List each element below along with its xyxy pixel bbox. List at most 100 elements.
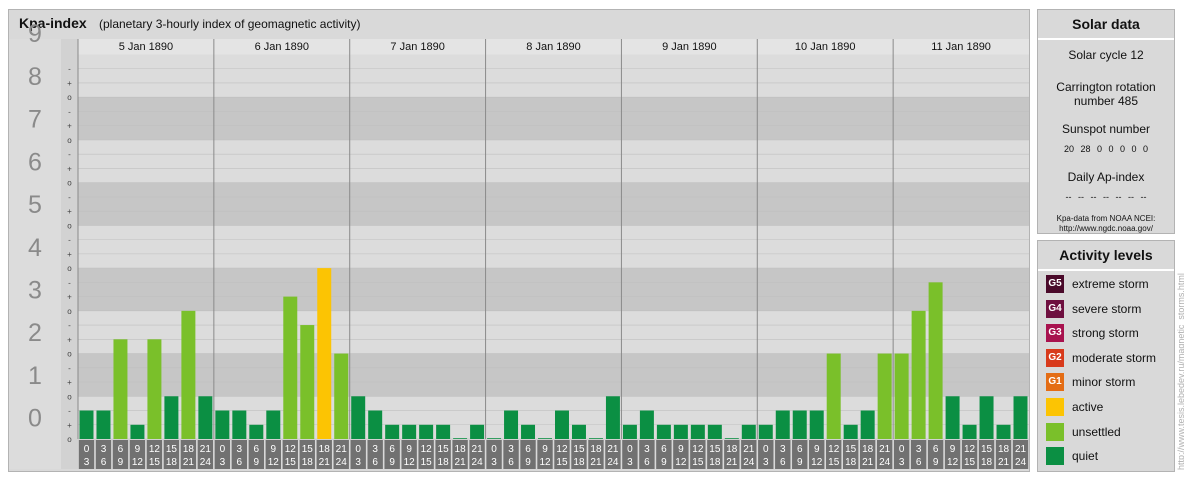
slot-end-label: 21 xyxy=(726,457,738,468)
ap-value: -- xyxy=(1140,192,1147,202)
slot-start-label: 12 xyxy=(285,444,297,455)
band-level-6 xyxy=(78,139,1029,183)
slot-end-label: 15 xyxy=(556,457,568,468)
slot-start-label: 21 xyxy=(472,444,484,455)
kp-bar xyxy=(79,410,94,439)
activity-levels-title: Activity levels xyxy=(1038,241,1174,271)
kp-bar xyxy=(809,410,824,439)
kp-bar xyxy=(979,396,994,439)
kp-bar xyxy=(164,396,179,439)
slot-start-label: 15 xyxy=(709,444,721,455)
slot-start-label: 9 xyxy=(406,444,412,455)
kp-bar xyxy=(215,410,230,439)
slot-start-label: 3 xyxy=(101,444,107,455)
kp-bar xyxy=(571,424,586,439)
legend-swatch: G5 xyxy=(1046,275,1064,293)
minor-tick-label: o xyxy=(67,435,72,444)
slot-start-label: 3 xyxy=(644,444,650,455)
day-label: 9 Jan 1890 xyxy=(662,41,716,53)
slot-start-label: 18 xyxy=(862,444,874,455)
minor-tick-label: o xyxy=(67,221,72,230)
slot-start-label: 9 xyxy=(135,444,141,455)
slot-end-label: 6 xyxy=(780,457,786,468)
kp-bar xyxy=(368,410,383,439)
slot-end-label: 12 xyxy=(947,457,959,468)
kp-bar xyxy=(147,339,162,439)
minor-tick-label: + xyxy=(67,378,72,387)
kp-bar xyxy=(453,438,468,439)
slot-start-label: 3 xyxy=(780,444,786,455)
kp-bar xyxy=(419,424,434,439)
slot-start-label: 0 xyxy=(220,444,226,455)
band-level-8 xyxy=(78,54,1029,98)
minor-tick-label: - xyxy=(68,65,71,74)
legend-swatch xyxy=(1046,398,1064,416)
kp-bar xyxy=(334,353,349,439)
slot-end-label: 18 xyxy=(709,457,721,468)
slot-end-label: 24 xyxy=(336,457,348,468)
slot-start-label: 6 xyxy=(661,444,667,455)
slot-end-label: 15 xyxy=(421,457,433,468)
slot-start-label: 0 xyxy=(899,444,905,455)
y-tick-label: 7 xyxy=(28,106,42,134)
minor-tick-label: - xyxy=(68,107,71,116)
y-tick-label: 5 xyxy=(28,191,42,219)
slot-start-label: 15 xyxy=(573,444,585,455)
slot-end-label: 15 xyxy=(964,457,976,468)
legend-label: extreme storm xyxy=(1072,277,1149,291)
kp-bar xyxy=(843,424,858,439)
kp-bar xyxy=(639,410,654,439)
slot-end-label: 24 xyxy=(472,457,484,468)
slot-end-label: 3 xyxy=(899,457,905,468)
minor-tick-label: o xyxy=(67,307,72,316)
kpa-chart-panel: Kpa-index (planetary 3-hourly index of g… xyxy=(8,9,1030,472)
slot-start-label: 18 xyxy=(455,444,467,455)
minor-tick-label: - xyxy=(68,278,71,287)
kp-bar xyxy=(130,424,145,439)
slot-end-label: 12 xyxy=(404,457,416,468)
minor-tick-label: - xyxy=(68,407,71,416)
slot-end-label: 3 xyxy=(220,457,226,468)
y-tick-label: 8 xyxy=(28,63,42,91)
y-tick-label: 9 xyxy=(28,20,42,48)
slot-end-label: 24 xyxy=(607,457,619,468)
slot-end-label: 6 xyxy=(508,457,514,468)
minor-tick-label: + xyxy=(67,335,72,344)
slot-end-label: 9 xyxy=(933,457,939,468)
sunspot-value: 0 xyxy=(1131,144,1144,154)
kp-bar xyxy=(622,424,637,439)
minor-tick-label: o xyxy=(67,179,72,188)
slot-start-label: 6 xyxy=(797,444,803,455)
ap-value: -- xyxy=(1103,192,1116,202)
kp-bar xyxy=(300,325,315,439)
slot-end-label: 12 xyxy=(539,457,551,468)
slot-start-label: 18 xyxy=(183,444,195,455)
y-tick-label: 4 xyxy=(28,234,42,262)
slot-end-label: 18 xyxy=(981,457,993,468)
ap-value: -- xyxy=(1115,192,1128,202)
slot-start-label: 18 xyxy=(590,444,602,455)
slot-start-label: 0 xyxy=(627,444,633,455)
kp-bar xyxy=(877,353,892,439)
kp-bar xyxy=(605,396,620,439)
minor-tick-label: o xyxy=(67,350,72,359)
day-label: 10 Jan 1890 xyxy=(795,41,856,53)
slot-start-label: 15 xyxy=(981,444,993,455)
y-tick-label: 6 xyxy=(28,148,42,176)
solar-cycle: Solar cycle 12 xyxy=(1068,48,1144,62)
slot-start-label: 3 xyxy=(508,444,514,455)
ap-value: -- xyxy=(1078,192,1091,202)
kpa-bar-chart: 5 Jan 1890 6 Jan 1890 7 Jan 1890 8 Jan 1890… xyxy=(9,20,1029,469)
slot-start-label: 15 xyxy=(166,444,178,455)
slot-end-label: 3 xyxy=(491,457,497,468)
slot-end-label: 9 xyxy=(254,457,260,468)
source-link[interactable]: http://www.ngdc.noaa.gov/ xyxy=(1038,224,1174,234)
slot-start-label: 12 xyxy=(421,444,433,455)
watermark: http://www.tesis.lebedev.ru/magnetic_sto… xyxy=(1176,273,1184,470)
slot-start-label: 3 xyxy=(372,444,378,455)
slot-end-label: 15 xyxy=(285,457,297,468)
slot-end-label: 6 xyxy=(372,457,378,468)
kp-bar xyxy=(249,424,264,439)
kp-bar xyxy=(385,424,400,439)
solar-data-title: Solar data xyxy=(1038,10,1174,40)
